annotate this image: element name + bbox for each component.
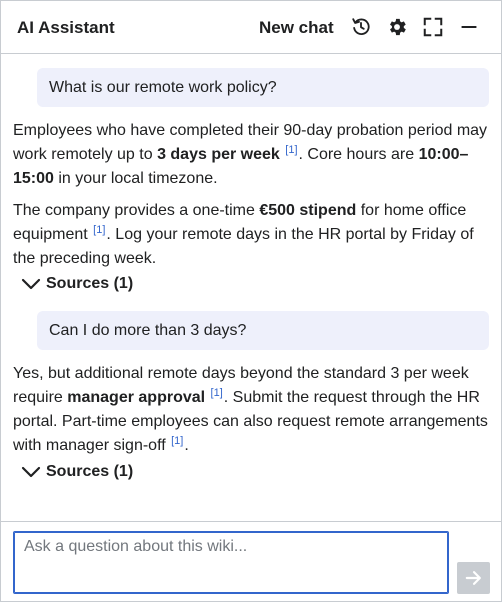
chevron-down-icon: [21, 278, 41, 290]
user-message: What is our remote work policy?: [37, 68, 489, 107]
sources-toggle[interactable]: Sources (1): [21, 273, 133, 295]
sources-label: Sources (1): [46, 275, 134, 292]
citation-link[interactable]: [1]: [171, 435, 183, 447]
answer-bold-text: manager approval: [67, 389, 206, 406]
answer-text: . Core hours are: [298, 146, 419, 163]
question-input[interactable]: [13, 531, 449, 594]
chat-transcript[interactable]: What is our remote work policy? Employee…: [1, 55, 501, 521]
send-button[interactable]: [457, 562, 490, 594]
answer-bold-text: 3 days per week: [157, 146, 280, 163]
answer-paragraph: The company provides a one-time €500 sti…: [13, 199, 495, 271]
panel-header: AI Assistant New chat: [1, 1, 501, 54]
assistant-panel: AI Assistant New chat What is our remote…: [0, 0, 502, 602]
sources-toggle[interactable]: Sources (1): [21, 461, 133, 483]
citation-link[interactable]: [1]: [93, 224, 105, 236]
answer-paragraph: Yes, but additional remote days beyond t…: [13, 362, 495, 458]
panel-title: AI Assistant: [17, 18, 115, 37]
history-icon[interactable]: [350, 16, 372, 38]
answer-text: The company provides a one-time: [13, 202, 260, 219]
assistant-message: Yes, but additional remote days beyond t…: [13, 362, 495, 458]
citation-link[interactable]: [1]: [285, 144, 297, 156]
answer-text: .: [184, 437, 189, 454]
chevron-down-icon: [21, 466, 41, 478]
gear-icon[interactable]: [386, 16, 408, 38]
sources-label: Sources (1): [46, 463, 134, 480]
composer: [1, 521, 501, 601]
arrow-right-icon: [465, 571, 481, 585]
user-message: Can I do more than 3 days?: [37, 311, 489, 350]
expand-icon[interactable]: [422, 16, 444, 38]
citation-link[interactable]: [1]: [211, 387, 223, 399]
answer-bold-text: €500 stipend: [259, 202, 357, 219]
answer-paragraph: Employees who have completed their 90-da…: [13, 119, 495, 191]
new-chat-button[interactable]: New chat: [259, 18, 334, 38]
assistant-message: Employees who have completed their 90-da…: [13, 119, 495, 271]
minimize-icon[interactable]: [458, 16, 480, 38]
answer-text: in your local timezone.: [53, 170, 218, 187]
